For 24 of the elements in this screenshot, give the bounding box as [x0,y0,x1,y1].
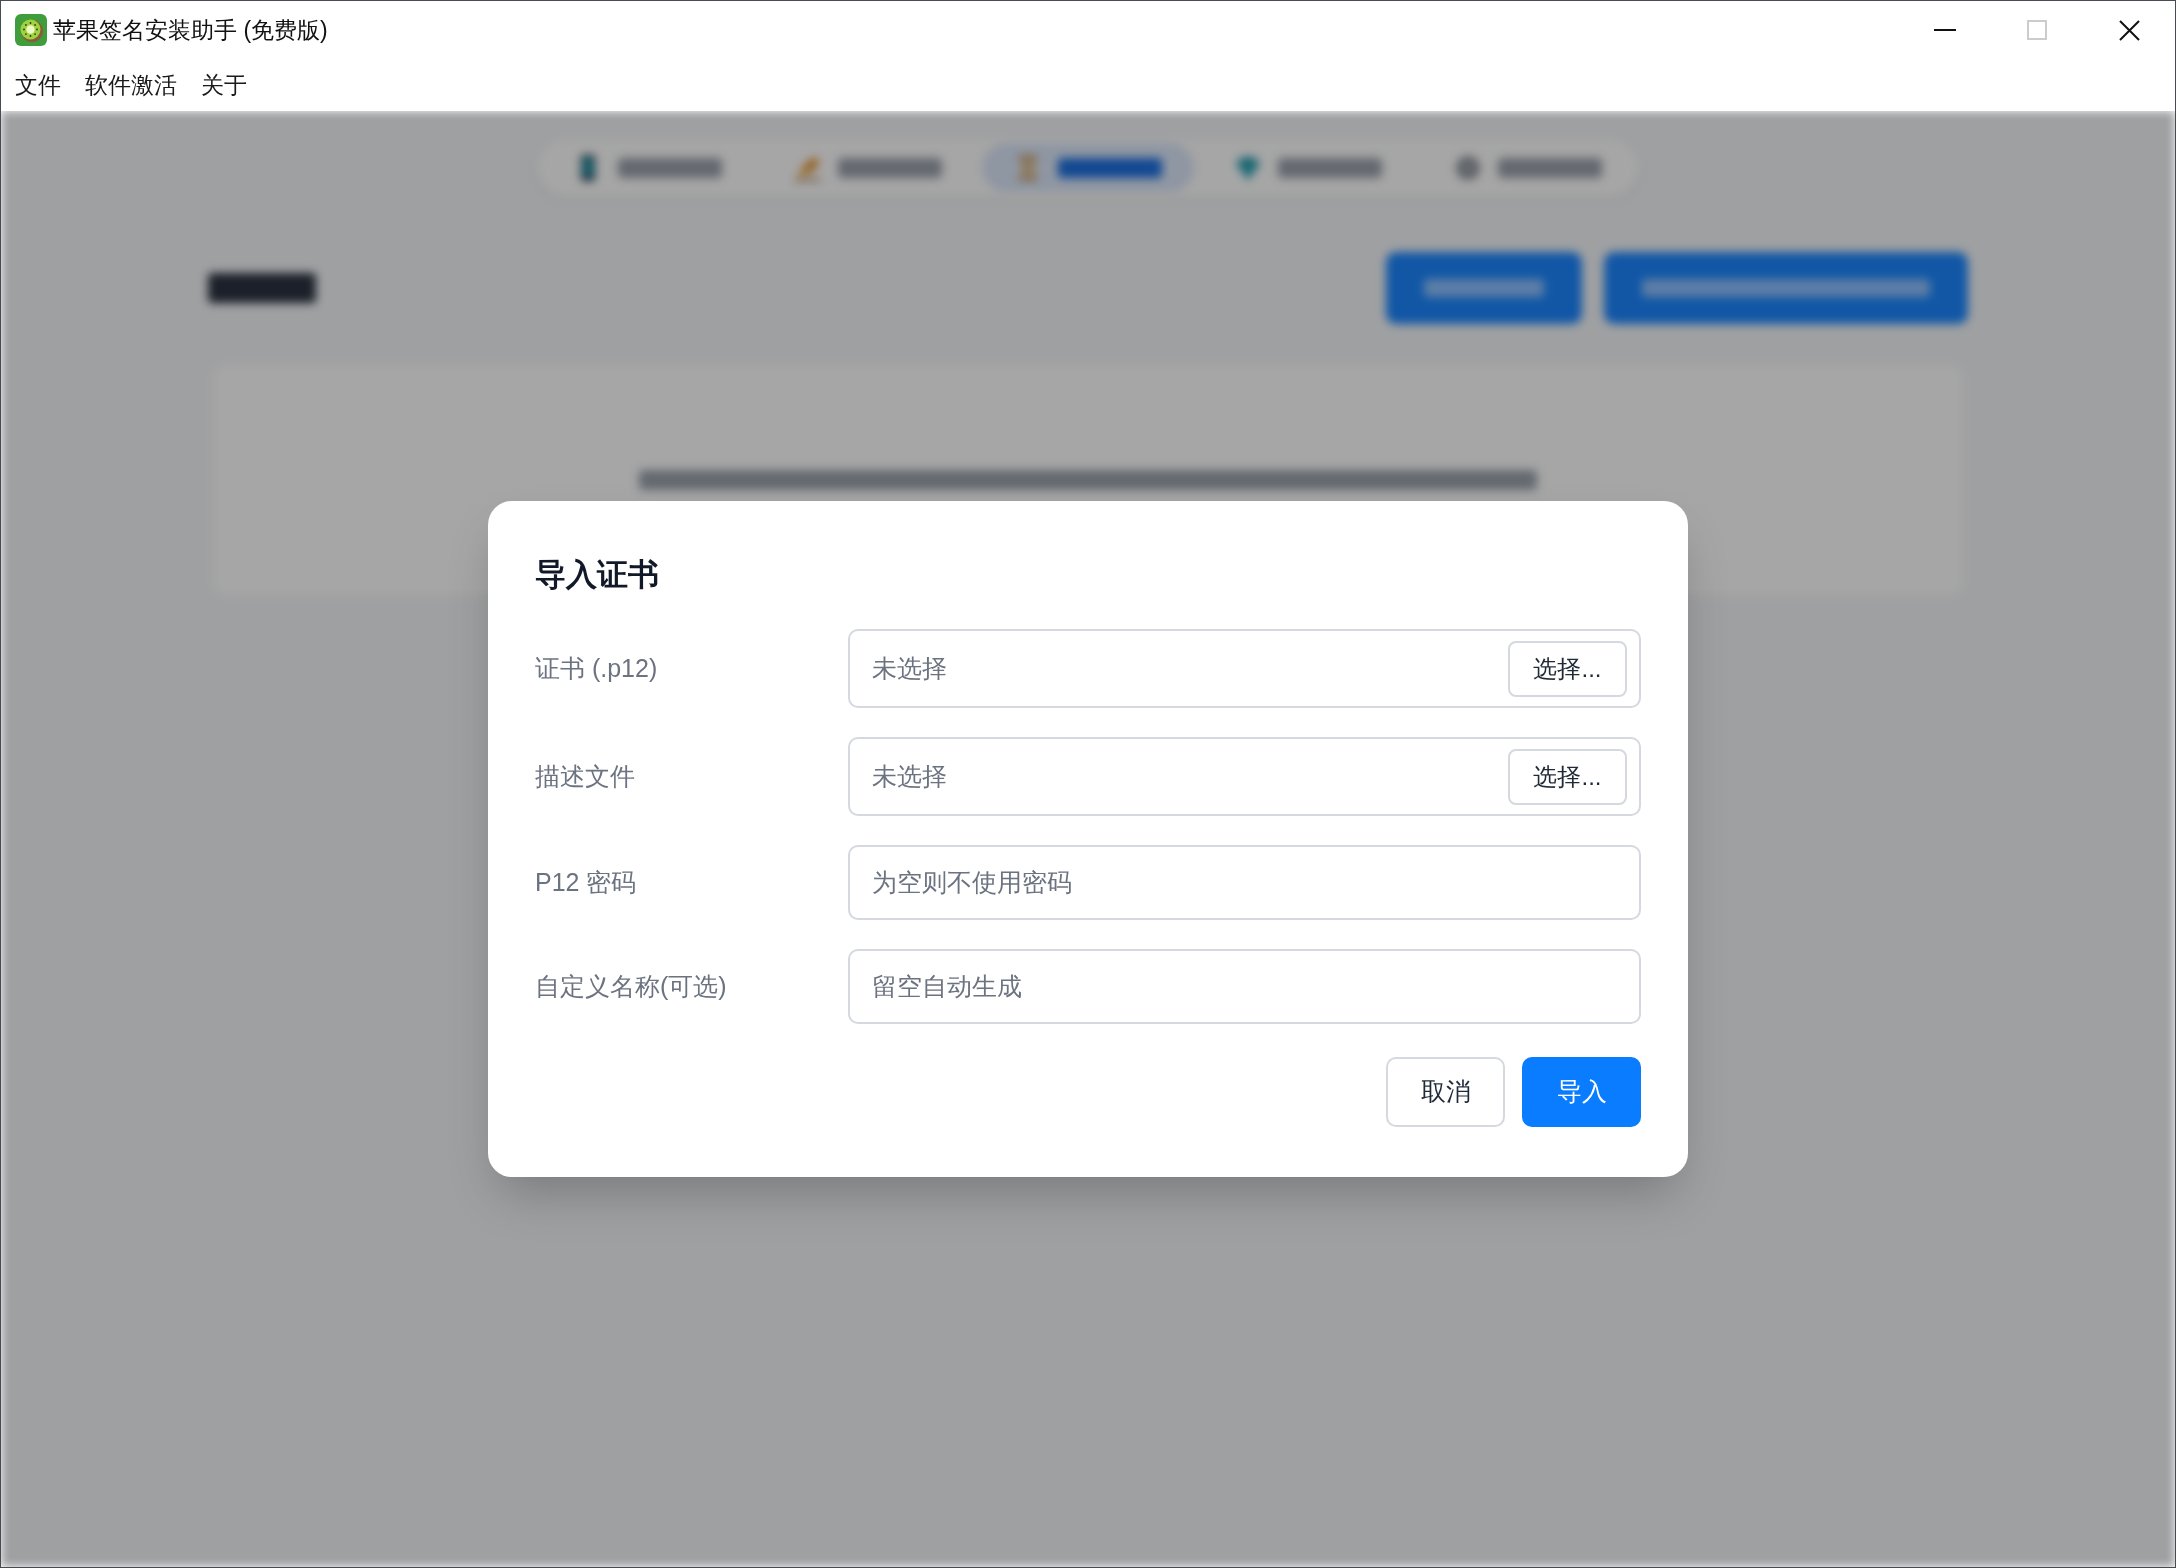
password-field[interactable]: 为空则不使用密码 [848,845,1641,920]
kiwi-icon [15,14,47,46]
cancel-button[interactable]: 取消 [1386,1057,1505,1127]
menu-item[interactable]: 文件 [3,59,73,111]
text-field[interactable]: 留空自动生成 [848,949,1641,1024]
field-label: P12 密码 [535,866,637,898]
file-status-text: 未选择 [872,652,947,684]
field-label: 描述文件 [535,760,635,792]
blurred-button[interactable] [1604,252,1968,324]
maximize-icon [2027,20,2047,40]
menu-item[interactable]: 软件激活 [73,59,189,111]
blurred-button[interactable] [1386,252,1582,324]
close-icon [2118,19,2140,41]
window-title: 苹果签名安装助手 (免费版) [53,15,328,45]
dialog-title: 导入证书 [535,556,659,594]
field-label: 自定义名称(可选) [535,970,727,1002]
minimize-icon [1934,29,1956,31]
menu-item[interactable]: 关于 [189,59,259,111]
choose-file-button[interactable]: 选择... [1508,748,1627,805]
gear-icon [1454,153,1482,182]
field-label: 证书 (.p12) [535,652,658,684]
file-status-text: 未选择 [872,760,947,792]
choose-file-button[interactable]: 选择... [1508,640,1627,697]
import-button[interactable]: 导入 [1522,1057,1641,1127]
